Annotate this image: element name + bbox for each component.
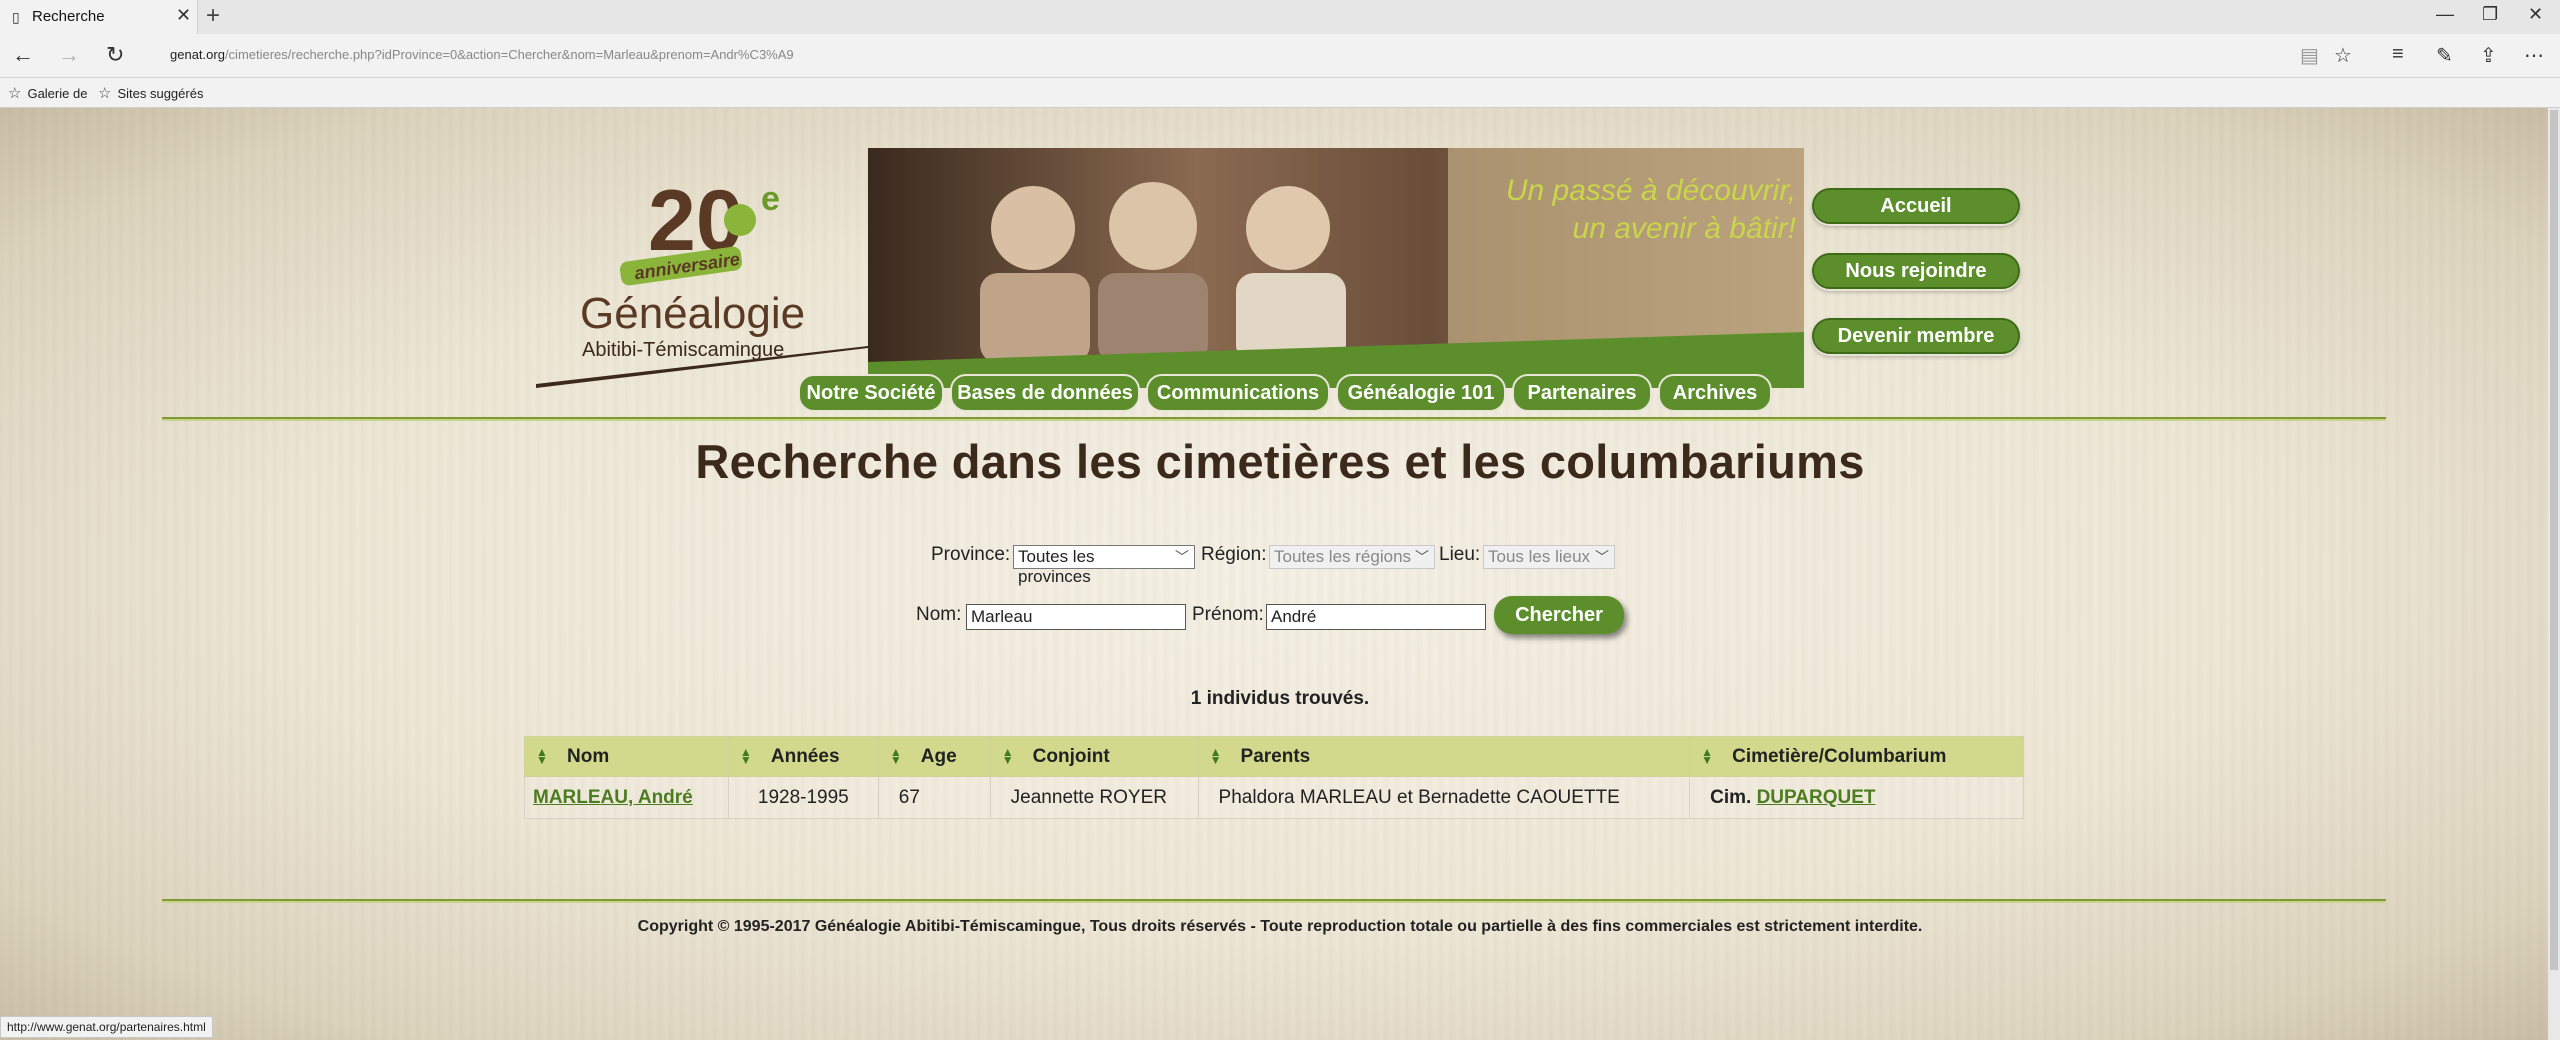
status-bar-url: http://www.genat.org/partenaires.html (0, 1016, 213, 1038)
share-icon[interactable]: ⇪ (2480, 43, 2497, 68)
province-label: Province: (931, 544, 1011, 565)
refresh-icon[interactable]: ↻ (106, 42, 124, 68)
tab-title: Recherche (32, 8, 105, 25)
region-select[interactable]: Toutes les régions ﹀ (1269, 545, 1435, 569)
table-header-row: ▲ ▼ Nom ▲ ▼ Années ▲ ▼ Age ▲ ▼ Conjoint ▲ ▼ Parent… (524, 736, 2024, 777)
nous-rejoindre-button[interactable]: Nous rejoindre (1812, 253, 2020, 289)
chevron-down-icon: ﹀ (1595, 549, 1609, 565)
prenom-label: Prénom: (1192, 604, 1264, 625)
cell-nom: MARLEAU, André (524, 776, 729, 819)
lieu-select[interactable]: Tous les lieux ﹀ (1483, 545, 1615, 569)
svg-text:Généalogie: Généalogie (580, 289, 805, 338)
chevron-down-icon: ﹀ (1175, 549, 1189, 565)
menu-notre-societe[interactable]: Notre Société (798, 374, 944, 412)
table-row: MARLEAU, André 1928-1995 67 Jeannette RO… (524, 776, 2024, 819)
banner-image: Un passé à découvrir, un avenir à bâtir! (868, 148, 1804, 388)
chercher-button[interactable]: Chercher (1494, 596, 1624, 634)
menu-bases-de-donnees[interactable]: Bases de données (950, 374, 1140, 412)
menu-archives[interactable]: Archives (1658, 374, 1772, 412)
forward-icon[interactable]: → (58, 42, 80, 68)
devenir-membre-button[interactable]: Devenir membre (1812, 318, 2020, 354)
copyright-text: Copyright © 1995-2017 Généalogie Abitibi… (637, 918, 1923, 935)
cell-parents: Phaldora MARLEAU et Bernadette CAOUETTE (1197, 776, 1691, 819)
column-header-parents[interactable]: ▲ ▼ Parents (1197, 736, 1691, 777)
nom-label: Nom: (916, 604, 962, 625)
sort-icon[interactable]: ▲ ▼ (739, 746, 753, 766)
cell-age: 67 (877, 776, 991, 819)
footer-divider (162, 899, 2386, 903)
svg-text:e: e (761, 180, 780, 218)
favorite-item[interactable]: ☆ Galerie de (8, 84, 87, 102)
genealogie-logo[interactable]: 20 e anniversaire Généalogie Abitibi-Tém… (536, 150, 896, 390)
province-select[interactable]: Toutes les provinces ﹀ (1013, 545, 1195, 586)
column-header-annees[interactable]: ▲ ▼ Années (727, 736, 879, 777)
cell-cimetiere: Cim. DUPARQUET (1689, 776, 2024, 819)
accueil-button[interactable]: Accueil (1812, 188, 2020, 224)
chevron-down-icon: ﹀ (1415, 549, 1429, 565)
restore-icon[interactable]: ❐ (2482, 4, 2498, 25)
cemetery-link[interactable]: DUPARQUET (1757, 787, 1876, 808)
close-window-icon[interactable]: ✕ (2528, 4, 2543, 25)
favorite-star-icon[interactable]: ☆ (2334, 43, 2352, 68)
tab-bar: ▯ Recherche ✕ + — ❐ ✕ (0, 0, 2560, 34)
browser-tab[interactable]: ▯ Recherche ✕ (0, 0, 198, 34)
result-count: 1 individus trouvés. (1190, 688, 1370, 709)
menu-communications[interactable]: Communications (1146, 374, 1330, 412)
svg-text:un avenir à bâtir!: un avenir à bâtir! (1573, 212, 1797, 245)
menu-genealogie-101[interactable]: Généalogie 101 (1336, 374, 1506, 412)
more-icon[interactable]: ⋯ (2524, 43, 2544, 68)
minimize-icon[interactable]: — (2436, 4, 2454, 25)
column-header-nom[interactable]: ▲ ▼ Nom (524, 736, 729, 777)
sort-icon[interactable]: ▲ ▼ (535, 746, 549, 766)
web-page: 20 e anniversaire Généalogie Abitibi-Tém… (0, 108, 2560, 1040)
sort-icon[interactable]: ▲ ▼ (1001, 746, 1015, 766)
column-header-age[interactable]: ▲ ▼ Age (877, 736, 991, 777)
sort-icon[interactable]: ▲ ▼ (1209, 746, 1223, 766)
nom-input[interactable] (966, 604, 1186, 630)
sort-icon[interactable]: ▲ ▼ (1700, 746, 1714, 766)
svg-text:Abitibi-Témiscamingue: Abitibi-Témiscamingue (582, 339, 784, 361)
web-note-icon[interactable]: ✎ (2436, 43, 2453, 68)
svg-text:Un passé à découvrir,: Un passé à découvrir, (1506, 174, 1796, 207)
prenom-input[interactable] (1266, 604, 1486, 630)
region-label: Région: (1201, 544, 1267, 565)
menu-partenaires[interactable]: Partenaires (1512, 374, 1652, 412)
sort-icon[interactable]: ▲ ▼ (889, 746, 903, 766)
header-divider (162, 417, 2386, 421)
new-tab-button[interactable]: + (206, 2, 220, 30)
favorites-bar: ☆ Galerie de ☆ Sites suggérés (0, 78, 2560, 108)
star-icon: ☆ (98, 85, 112, 102)
column-header-conjoint[interactable]: ▲ ▼ Conjoint (989, 736, 1199, 777)
cell-conjoint: Jeannette ROYER (989, 776, 1199, 819)
address-bar: ← → ↻ genat.org/cimetieres/recherche.php… (0, 34, 2560, 78)
page-icon: ▯ (12, 9, 20, 25)
page-title: Recherche dans les cimetières et les col… (695, 435, 1865, 488)
back-icon[interactable]: ← (12, 42, 34, 68)
cell-annees: 1928-1995 (727, 776, 879, 819)
column-header-cimetiere[interactable]: ▲ ▼ Cimetière/Columbarium (1689, 736, 2024, 777)
scrollbar[interactable] (2548, 108, 2560, 1040)
results-table: ▲ ▼ Nom ▲ ▼ Années ▲ ▼ Age ▲ ▼ Conjoint ▲ ▼ Parent… (524, 736, 2024, 819)
favorite-item[interactable]: ☆ Sites suggérés (98, 84, 203, 102)
hub-icon[interactable]: ≡ (2392, 43, 2404, 66)
person-link[interactable]: MARLEAU, André (533, 787, 693, 808)
star-icon: ☆ (8, 85, 22, 102)
reading-view-icon[interactable]: ▤ (2300, 43, 2319, 68)
url-field[interactable]: genat.org/cimetieres/recherche.php?idPro… (170, 47, 794, 62)
lieu-label: Lieu: (1439, 544, 1481, 565)
close-tab-icon[interactable]: ✕ (176, 5, 191, 26)
